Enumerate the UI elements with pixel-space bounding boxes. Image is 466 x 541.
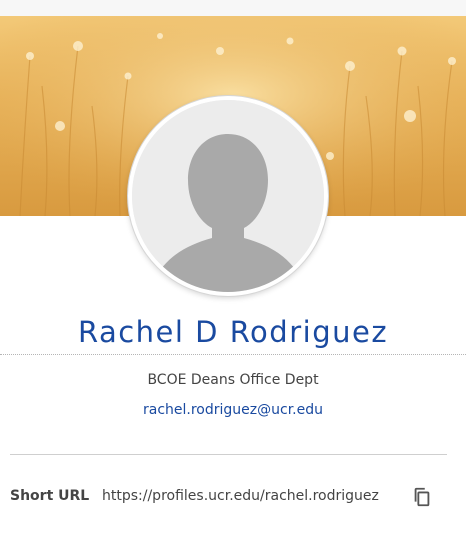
profile-name: Rachel D Rodriguez	[77, 315, 389, 349]
email-link[interactable]: rachel.rodriguez@ucr.edu	[0, 400, 466, 420]
avatar	[128, 96, 328, 296]
section-divider	[10, 454, 447, 455]
copy-icon	[414, 487, 430, 507]
short-url-value: https://profiles.ucr.edu/rachel.rodrigue…	[102, 488, 379, 504]
short-url-label: Short URL	[10, 488, 90, 504]
department-text: BCOE Deans Office Dept	[147, 372, 319, 388]
top-strip	[0, 0, 466, 16]
profile-page: Rachel D Rodriguez BCOE Deans Office Dep…	[0, 0, 466, 541]
name-divider	[0, 354, 466, 355]
copy-short-url-button[interactable]	[409, 484, 435, 510]
person-silhouette-icon	[132, 100, 324, 292]
